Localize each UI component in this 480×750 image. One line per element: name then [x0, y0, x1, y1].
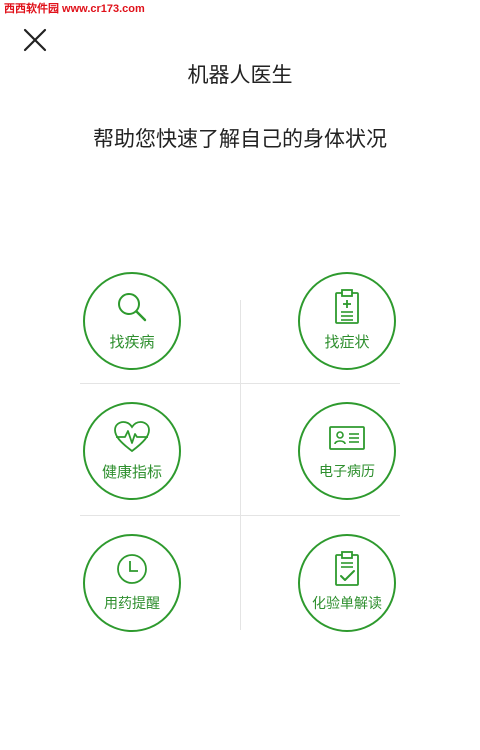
feature-label: 找疾病 — [109, 333, 155, 351]
health-metrics-button[interactable]: 健康指标 — [83, 402, 181, 500]
search-icon — [112, 288, 152, 326]
feature-label: 健康指标 — [101, 463, 162, 481]
feature-label: 电子病历 — [319, 464, 375, 480]
clipboard-check-icon — [327, 550, 367, 588]
page-title: 机器人医生 — [187, 63, 293, 87]
electronic-record-button[interactable]: 电子病历 — [298, 402, 396, 500]
find-symptom-button[interactable]: 找症状 — [298, 272, 396, 370]
medication-reminder-button[interactable]: 用药提醒 — [83, 534, 181, 632]
grid-divider-vertical — [240, 300, 241, 630]
id-card-icon — [327, 418, 367, 456]
find-disease-button[interactable]: 找疾病 — [83, 272, 181, 370]
feature-label: 用药提醒 — [104, 596, 160, 612]
heart-pulse-icon — [112, 418, 152, 456]
clipboard-plus-icon — [327, 288, 367, 326]
close-icon — [23, 28, 47, 52]
grid-divider-horizontal-1 — [80, 383, 400, 384]
feature-label: 化验单解读 — [312, 596, 382, 612]
feature-label: 找症状 — [324, 333, 370, 351]
lab-report-button[interactable]: 化验单解读 — [298, 534, 396, 632]
clock-icon — [112, 550, 152, 588]
grid-divider-horizontal-2 — [80, 515, 400, 516]
watermark-text: 西西软件园 www.cr173.com — [4, 3, 145, 15]
close-button[interactable] — [22, 27, 48, 53]
page-subtitle: 帮助您快速了解自己的身体状况 — [93, 127, 387, 151]
